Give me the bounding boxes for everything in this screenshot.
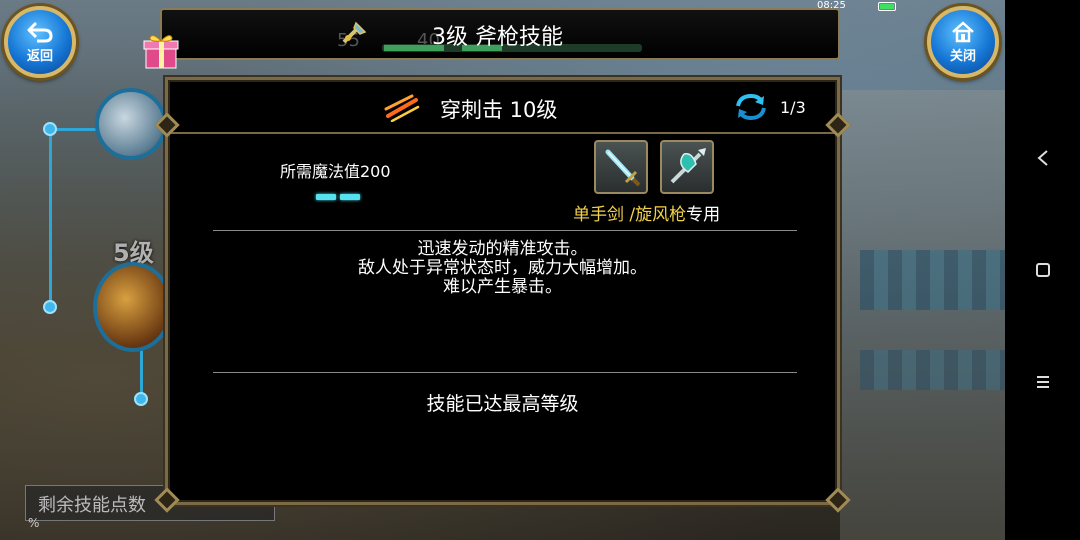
tree-node: [43, 122, 57, 136]
back-button-label: 返回: [26, 48, 53, 64]
weapon-exclusive-label: 专用: [686, 205, 721, 225]
skill-description: 迅速发动的精准攻击。 敌人处于异常状态时，威力大幅增加。 难以产生暴击。: [168, 240, 837, 297]
tree-connector: [49, 128, 52, 313]
building-wall: [840, 90, 1005, 540]
skill-node-warrior[interactable]: [93, 262, 173, 352]
back-arrow-icon: [27, 21, 53, 42]
system-nav-bar: [1005, 0, 1080, 540]
page-indicator: 1/3: [780, 98, 806, 117]
weapon-slot-axe-spear[interactable]: [660, 140, 714, 194]
close-button[interactable]: 关闭: [927, 6, 999, 78]
mana-cost: 所需魔法值200: [280, 162, 391, 181]
mana-pip: [340, 194, 360, 200]
tree-node: [134, 392, 148, 406]
battery-icon: [878, 2, 896, 11]
mana-pips: [316, 185, 364, 204]
tree-node: [43, 300, 57, 314]
dialog-header: 穿刺击 10级 1/3: [168, 80, 837, 134]
nav-home-icon[interactable]: [1029, 256, 1057, 284]
weapon-class-icon: [342, 21, 367, 44]
weapon-slot-sword[interactable]: [594, 140, 648, 194]
refresh-cycle-icon[interactable]: [734, 92, 768, 122]
skill-slash-icon: [384, 94, 420, 122]
weapon-requirement: 单手剑 /旋风枪专用: [573, 200, 720, 225]
divider: [213, 230, 797, 231]
description-line: 难以产生暴击。: [443, 277, 562, 297]
decor-tile-band: [860, 350, 1005, 390]
weapon-types: 单手剑 /旋风枪: [573, 205, 687, 225]
progress-percent: %: [28, 516, 40, 530]
skill-detail-dialog: 穿刺击 10级 1/3 所需魔法值200 单手剑 /旋风枪专用 迅速发动的精准攻…: [165, 77, 840, 505]
sword-icon: [605, 149, 641, 187]
skill-name: 穿刺击 10级: [440, 98, 558, 122]
max-level-notice: 技能已达最高等级: [426, 393, 579, 415]
close-button-label: 关闭: [949, 48, 976, 64]
back-button[interactable]: 返回: [4, 6, 76, 78]
mana-pip: [316, 194, 336, 200]
nav-back-icon[interactable]: [1029, 144, 1057, 172]
divider: [213, 372, 797, 373]
description-line: 敌人处于异常状态时，威力大幅增加。: [358, 258, 647, 278]
nav-menu-icon[interactable]: [1029, 368, 1057, 396]
decor-tile-band: [860, 250, 1005, 310]
page-title: 3级 斧枪技能: [432, 25, 563, 50]
home-icon: [952, 20, 974, 42]
description-line: 迅速发动的精准攻击。: [417, 239, 588, 259]
axe-spear-icon: [670, 148, 706, 184]
gift-icon[interactable]: [140, 30, 182, 72]
